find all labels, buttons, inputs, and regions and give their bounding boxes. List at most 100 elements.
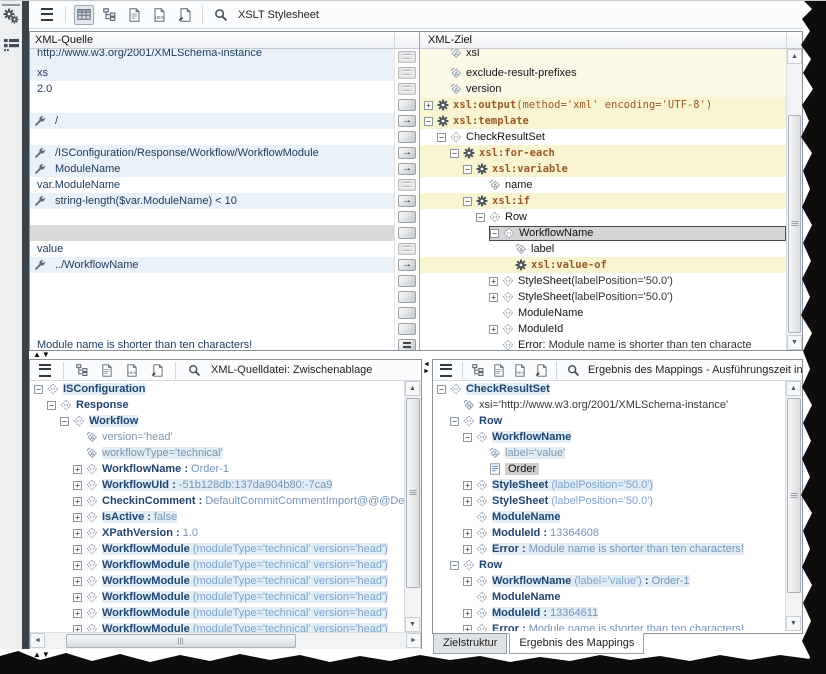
xslt-node-row[interactable]: −xsl:if [420, 193, 787, 209]
expand-icon[interactable]: + [489, 293, 498, 302]
mapping-empty-button[interactable] [398, 227, 416, 239]
xslt-node-row[interactable]: +StyleSheet (labelPosition='50.0') [420, 289, 787, 305]
tree-row[interactable]: +StyleSheet (labelPosition='50.0') [433, 493, 785, 509]
hex-view-button[interactable] [512, 360, 528, 380]
tree-row[interactable]: −Row [433, 413, 785, 429]
collapse-icon[interactable]: − [34, 385, 43, 394]
xml-source-header[interactable]: XML-Quelle [30, 32, 419, 49]
source-row[interactable]: value [30, 241, 419, 257]
source-row[interactable] [30, 97, 419, 113]
mapping-empty-button[interactable] [398, 323, 416, 335]
tree-row[interactable]: −ISConfiguration [30, 381, 405, 397]
xslt-node-row[interactable]: +xsl:output (method='xml' encoding='UTF-… [420, 97, 787, 113]
mapping-arrow-button[interactable]: → [398, 163, 416, 175]
source-row[interactable] [30, 225, 419, 241]
scrollbar-thumb[interactable] [66, 634, 296, 648]
mapping-equals-button[interactable] [398, 83, 416, 95]
source-row[interactable]: ModuleName→ [30, 161, 419, 177]
scroll-up-button[interactable]: ▲ [405, 381, 420, 396]
tree-view-button[interactable] [99, 5, 119, 25]
xml-target-header[interactable]: XML-Ziel [420, 32, 802, 49]
expand-icon[interactable]: + [73, 497, 82, 506]
xslt-node-row[interactable]: version [420, 81, 787, 97]
xslt-node-row[interactable]: +StyleSheet (labelPosition='50.0') [420, 273, 787, 289]
mapping-empty-button[interactable] [398, 211, 416, 223]
expand-icon[interactable]: + [73, 577, 82, 586]
menu-icon[interactable] [438, 360, 454, 380]
tree-row[interactable]: +XPathVersion : 1.0 [30, 525, 405, 541]
expand-icon[interactable]: + [463, 545, 472, 554]
tree-row[interactable]: −Workflow [30, 413, 405, 429]
xslt-node-row[interactable]: ModuleName [420, 305, 787, 321]
source-row[interactable]: xs [30, 65, 419, 81]
tree-row[interactable]: xsi='http://www.w3.org/2001/XMLSchema-in… [433, 397, 785, 413]
expand-icon[interactable]: + [73, 609, 82, 618]
expand-icon[interactable]: + [73, 513, 82, 522]
source-row[interactable] [30, 209, 419, 225]
mapping-equals-button[interactable] [398, 67, 416, 79]
text-view-button[interactable] [491, 360, 507, 380]
expand-icon[interactable]: + [73, 481, 82, 490]
hex-view-button[interactable] [149, 5, 169, 25]
tree-row[interactable]: +WorkflowModule (moduleType='technical' … [30, 621, 405, 632]
scroll-up-button[interactable]: ▲ [786, 381, 801, 396]
expand-icon[interactable]: + [463, 625, 472, 632]
source-row[interactable] [30, 305, 419, 321]
text-view-button[interactable] [97, 360, 117, 380]
mapping-arrow-button[interactable]: → [398, 195, 416, 207]
selected-node[interactable]: −WorkflowName [489, 226, 786, 241]
xslt-node-row[interactable]: name [420, 177, 787, 193]
search-button[interactable] [565, 360, 581, 380]
source-row[interactable]: /ISConfiguration/Response/Workflow/Workf… [30, 145, 419, 161]
tab-zielstruktur[interactable]: Zielstruktur [433, 634, 507, 654]
grid-view-button[interactable] [74, 5, 94, 25]
expand-icon[interactable]: + [463, 497, 472, 506]
xslt-node-row[interactable]: −CheckResultSet [420, 129, 787, 145]
tree-row[interactable]: +Error : Module name is shorter than ten… [433, 541, 785, 557]
expand-icon[interactable]: + [463, 577, 472, 586]
collapse-icon[interactable]: − [60, 417, 69, 426]
mapping-empty-button[interactable] [398, 275, 416, 287]
tree-row[interactable]: ModuleName [433, 509, 785, 525]
source-row[interactable] [30, 129, 419, 145]
export-button[interactable] [174, 5, 194, 25]
source-row[interactable] [30, 273, 419, 289]
source-row[interactable]: 2.0 [30, 81, 419, 97]
tree-row[interactable]: +Error : Module name is shorter than ten… [433, 621, 785, 631]
hex-view-button[interactable] [122, 360, 142, 380]
tree-row[interactable]: +CheckinComment : DefaultCommitCommentIm… [30, 493, 405, 509]
tree-row[interactable]: ModuleName [433, 589, 785, 605]
collapse-icon[interactable]: − [450, 561, 459, 570]
scrollbar-thumb[interactable] [406, 398, 420, 588]
mapping-arrow-button[interactable]: → [398, 259, 416, 271]
tree-row[interactable]: label='value' [433, 445, 785, 461]
xslt-node-row[interactable]: label [420, 241, 787, 257]
expand-icon[interactable]: + [73, 545, 82, 554]
tree-row[interactable]: −Response [30, 397, 405, 413]
tree-row[interactable]: +ModuleId : 13364611 [433, 605, 785, 621]
expand-icon[interactable]: + [73, 561, 82, 570]
expand-icon[interactable]: + [489, 325, 498, 334]
horizontal-splitter-toggle-bottom[interactable]: ▲▼ [33, 651, 51, 659]
scroll-down-button[interactable]: ▼ [787, 335, 802, 350]
expand-icon[interactable]: + [463, 481, 472, 490]
mapping-equals-button[interactable] [398, 51, 416, 63]
tree-row[interactable]: version='head' [30, 429, 405, 445]
tree-row[interactable]: +IsActive : false [30, 509, 405, 525]
scroll-down-button[interactable]: ▼ [405, 617, 420, 632]
vertical-splitter-toggle[interactable]: ◄► [422, 361, 431, 375]
expand-icon[interactable]: + [73, 465, 82, 474]
xslt-node-row[interactable]: xsl:value-of [420, 257, 787, 273]
horizontal-splitter-toggle[interactable]: ▲▼ [33, 351, 51, 359]
tree-row[interactable]: workflowType='technical' [30, 445, 405, 461]
xslt-node-row[interactable]: Error : Module name is shorter than ten … [420, 337, 787, 350]
scrollbar-thumb[interactable] [787, 398, 801, 593]
tree-row[interactable]: +WorkflowUId : -51b128db:137da904b80:-7c… [30, 477, 405, 493]
target-vertical-scrollbar[interactable]: ▲ ▼ [786, 49, 802, 350]
source-row[interactable]: /→ [30, 113, 419, 129]
collapse-icon[interactable]: − [463, 165, 472, 174]
expand-icon[interactable]: + [73, 529, 82, 538]
xslt-node-row[interactable]: −xsl:template [420, 113, 787, 129]
mapping-equals-button[interactable] [398, 179, 416, 191]
mapping-empty-button[interactable] [398, 131, 416, 143]
